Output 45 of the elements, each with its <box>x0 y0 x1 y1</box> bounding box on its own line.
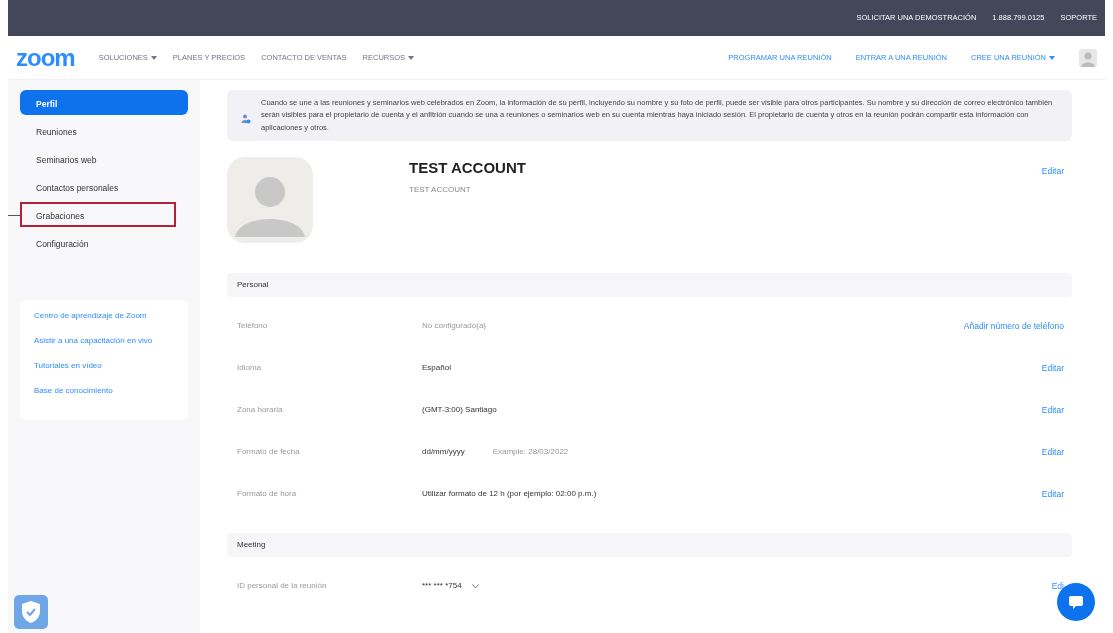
field-value: dd/mm/yyyy <box>422 446 465 459</box>
chevron-icon[interactable] <box>471 583 479 589</box>
user-info-icon <box>241 114 251 124</box>
field-label: Zona horaria <box>237 404 284 417</box>
profile-subtitle: TEST ACCOUNT <box>409 183 472 196</box>
help-link[interactable]: Base de conocimiento <box>34 385 174 397</box>
caret-icon <box>408 55 415 60</box>
section-header: Meeting <box>227 533 1072 558</box>
caret-icon <box>1049 55 1055 60</box>
logo[interactable]: zoom <box>16 45 75 70</box>
edit-link[interactable]: Añadir número de teléfono <box>963 319 1064 333</box>
help-link[interactable]: Centro de aprendizaje de Zoom <box>34 310 174 322</box>
field-label: ID personal de la reunión <box>237 580 328 593</box>
edit-link[interactable]: Editar <box>1041 165 1064 244</box>
field-value: *** *** *754 <box>422 580 462 593</box>
sidebar-item[interactable]: Reuniones <box>20 118 188 143</box>
field-value: Utilizar formato de 12 h (por ejemplo: 02:00 p.m.) <box>422 488 597 501</box>
field-label: Formato de hora <box>237 488 298 501</box>
field-label: Teléfono <box>237 320 269 333</box>
help-link[interactable]: Tutoriales en vídeo <box>34 360 174 372</box>
avatar-icon[interactable] <box>1079 48 1097 67</box>
example-text: Example: 28/03/2022 <box>492 446 569 459</box>
field-value: No configurado(a) <box>422 320 487 333</box>
leader-line <box>8 214 20 216</box>
edit-link[interactable]: Editar <box>1041 487 1064 501</box>
sidebar-item[interactable]: Perfil <box>20 90 188 115</box>
edit-link[interactable]: Edi <box>1051 579 1064 593</box>
profile-picture[interactable] <box>227 157 313 244</box>
field-value: (GMT-3:00) Santiago <box>422 404 497 417</box>
field-label: Idioma <box>237 362 262 375</box>
section-header: Personal <box>227 273 1072 298</box>
field-value: Español <box>422 362 451 375</box>
caret-icon <box>150 55 157 60</box>
highlighted-sidebar-item[interactable]: Grabaciones <box>20 202 176 227</box>
edit-link[interactable]: Editar <box>1041 361 1064 375</box>
sidebar-item[interactable]: Contactos personales <box>20 174 188 199</box>
field-label: Formato de fecha <box>237 446 301 459</box>
edit-link[interactable]: Editar <box>1041 403 1064 417</box>
sidebar-item[interactable]: Seminarios web <box>20 146 188 171</box>
help-link[interactable]: Asistir a una capacitación en vivo <box>34 335 174 347</box>
chat-icon <box>1069 595 1083 609</box>
edit-link[interactable]: Editar <box>1041 445 1064 459</box>
shield-icon[interactable] <box>14 595 48 629</box>
profile-name: TEST ACCOUNT <box>409 158 527 179</box>
sidebar-item[interactable]: Configuración <box>20 230 188 255</box>
